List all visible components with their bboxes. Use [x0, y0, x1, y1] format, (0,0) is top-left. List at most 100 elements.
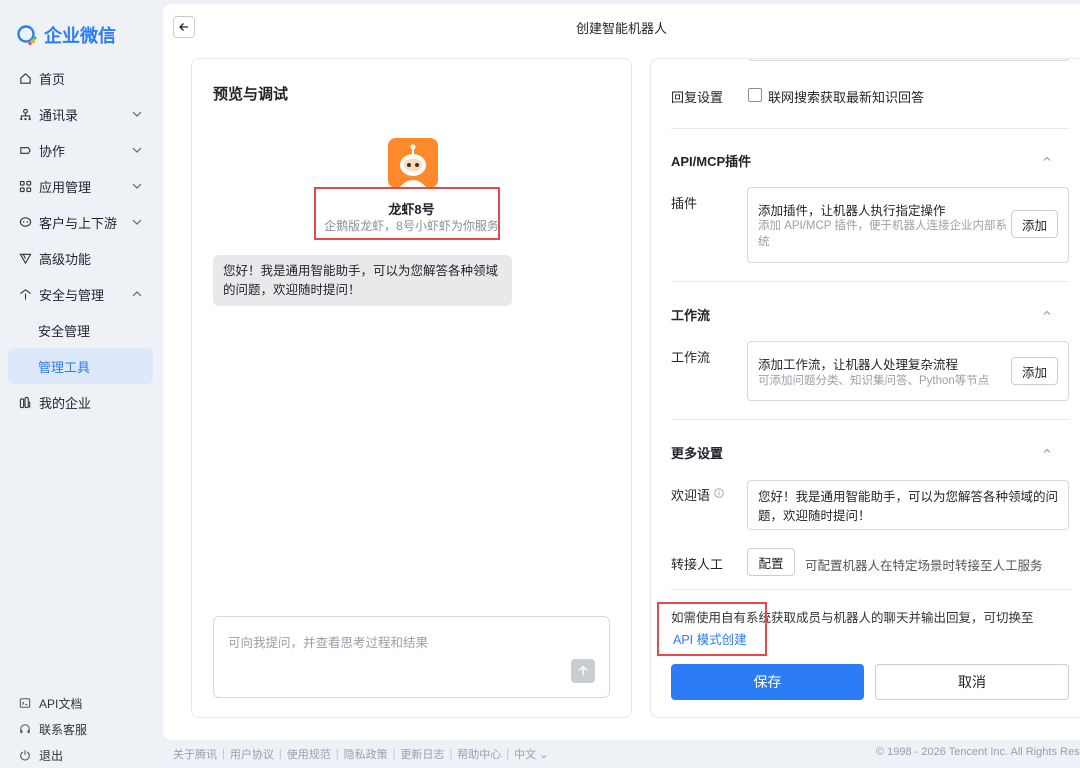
- chevron-down-icon: [132, 183, 142, 189]
- wecom-logo-icon: [17, 25, 37, 46]
- web-search-checkbox[interactable]: [748, 88, 762, 102]
- sidebar-item-label: 协作: [39, 143, 66, 159]
- sidebar-item-api-docs[interactable]: API文档: [8, 690, 153, 716]
- chat-input-placeholder: 可向我提问，并查看思考过程和结果: [228, 636, 429, 650]
- apps-grid-icon: [18, 179, 32, 193]
- chat-input[interactable]: 可向我提问，并查看思考过程和结果: [213, 616, 610, 698]
- cancel-button[interactable]: 取消: [875, 664, 1069, 700]
- chevron-up-icon[interactable]: [1041, 307, 1053, 319]
- footer-link-rules[interactable]: 使用规范: [287, 746, 331, 762]
- chevron-down-icon: [132, 111, 142, 117]
- sidebar-item-my-enterprise[interactable]: 我的企业: [8, 384, 153, 420]
- headset-icon: [18, 722, 32, 736]
- footer-separator: |: [278, 748, 282, 760]
- workflow-label: 工作流: [671, 350, 711, 365]
- divider: [671, 128, 1070, 129]
- sidebar-item-label: 高级功能: [39, 251, 92, 267]
- sidebar-item-home[interactable]: 首页: [8, 60, 153, 96]
- footer-link-help[interactable]: 帮助中心: [457, 746, 501, 762]
- handoff-description: 可配置机器人在特定场景时转接至人工服务: [805, 559, 1043, 573]
- logo-text: 企业微信: [44, 26, 116, 46]
- settings-panel: 回复设置 联网搜索获取最新知识回答 API/MCP插件 插件 添加插件，让机器人…: [650, 58, 1080, 718]
- add-workflow-button[interactable]: 添加: [1011, 357, 1058, 385]
- footer-link-changelog[interactable]: 更新日志: [400, 746, 444, 762]
- power-icon: [18, 748, 32, 762]
- workflow-box-desc: 可添加问题分类、知识集问答、Python等节点: [758, 375, 990, 387]
- greeting-message: 您好！我是通用智能助手，可以为您解答各种领域的问题，欢迎随时提问！: [213, 255, 512, 306]
- home-icon: [18, 71, 32, 85]
- footer-link-privacy[interactable]: 隐私政策: [344, 746, 388, 762]
- plugin-box: 添加插件，让机器人执行指定操作 添加 API/MCP 插件，便于机器人连接企业内…: [747, 187, 1069, 263]
- configure-handoff-button[interactable]: 配置: [747, 548, 795, 576]
- workflow-section-title: 工作流: [671, 308, 711, 323]
- highlight-box: [657, 602, 767, 656]
- chevron-down-icon: [132, 147, 142, 153]
- footer-separator: |: [506, 748, 510, 760]
- chevron-down-icon: [132, 219, 142, 225]
- add-plugin-button[interactable]: 添加: [1011, 210, 1058, 238]
- handoff-label: 转接人工: [671, 557, 724, 572]
- chevron-up-icon[interactable]: [1041, 445, 1053, 457]
- divider: [671, 419, 1070, 420]
- sidebar-item-label: 客户与上下游: [39, 215, 118, 231]
- sidebar-nav: 首页 通讯录 协作 应用管理 客户与上下游 高级功能 安全与管理 安全管理 管理…: [8, 60, 153, 420]
- page-title: 创建智能机器人: [575, 21, 667, 36]
- chevron-up-icon[interactable]: [1041, 153, 1053, 165]
- reply-settings-label: 回复设置: [671, 90, 724, 105]
- sidebar-item-app-management[interactable]: 应用管理: [8, 168, 153, 204]
- preview-title: 预览与调试: [213, 86, 289, 103]
- sidebar-item-label: 联系客服: [39, 722, 88, 737]
- main-panel: 创建智能机器人 预览与调试 龙虾8号 企鹅版龙虾，8号小虾虾为你服务 您好！我是…: [163, 4, 1080, 740]
- sidebar-bottom: API文档 联系客服 退出: [8, 690, 153, 768]
- info-icon[interactable]: [714, 488, 724, 498]
- robot-icon: [388, 138, 438, 188]
- footer-separator: |: [222, 748, 225, 760]
- sidebar-item-label: 安全与管理: [39, 287, 105, 303]
- sidebar-item-customers[interactable]: 客户与上下游: [8, 204, 153, 240]
- welcome-message-field[interactable]: 您好！我是通用智能助手，可以为您解答各种领域的问题，欢迎随时提问！: [747, 480, 1069, 530]
- footer-link-terms[interactable]: 用户协议: [230, 746, 274, 762]
- arrow-up-icon: [578, 665, 588, 676]
- plugin-section-title: API/MCP插件: [671, 154, 752, 169]
- divider: [671, 281, 1070, 282]
- sidebar: 企业微信 首页 通讯录 协作 应用管理 客户与上下游 高级功能 安全与管理 安全…: [0, 0, 163, 768]
- copyright: © 1998 - 2026 Tencent Inc. All Rights Re…: [876, 746, 1080, 758]
- name-field[interactable]: [748, 59, 1070, 61]
- sidebar-item-security-management[interactable]: 安全管理: [8, 312, 153, 348]
- chevron-up-icon: [132, 291, 142, 297]
- sidebar-item-label: 首页: [39, 71, 66, 87]
- sidebar-item-management-tools[interactable]: 管理工具: [8, 348, 153, 384]
- collaboration-icon: [18, 143, 32, 157]
- app-logo[interactable]: 企业微信: [16, 22, 116, 48]
- advanced-icon: [18, 251, 32, 265]
- welcome-label: 欢迎语: [671, 488, 711, 503]
- footer-separator: |: [335, 748, 339, 760]
- language-label: 中文: [514, 749, 537, 761]
- plugin-label: 插件: [671, 196, 698, 211]
- sidebar-item-collaboration[interactable]: 协作: [8, 132, 153, 168]
- workflow-box: 添加工作流，让机器人处理复杂流程 可添加问题分类、知识集问答、Python等节点…: [747, 341, 1069, 401]
- sidebar-item-label: 应用管理: [39, 179, 92, 195]
- send-button[interactable]: [571, 659, 595, 683]
- save-button[interactable]: 保存: [671, 664, 864, 700]
- sidebar-item-advanced[interactable]: 高级功能: [8, 240, 153, 276]
- org-chart-icon: [18, 107, 32, 121]
- footer-separator: |: [449, 748, 453, 760]
- sidebar-item-logout[interactable]: 退出: [8, 742, 153, 768]
- workflow-box-title: 添加工作流，让机器人处理复杂流程: [758, 358, 959, 372]
- divider: [671, 589, 1070, 590]
- sidebar-item-label: 安全管理: [38, 323, 91, 339]
- sidebar-item-support[interactable]: 联系客服: [8, 716, 153, 742]
- sidebar-item-contacts[interactable]: 通讯录: [8, 96, 153, 132]
- chevron-down-icon: ⌄: [539, 749, 549, 761]
- highlight-box: [314, 187, 500, 240]
- sidebar-item-label: 退出: [39, 748, 64, 763]
- language-selector[interactable]: 中文 ⌄: [514, 746, 548, 762]
- shield-icon: [18, 287, 32, 301]
- footer-link-about[interactable]: 关于腾讯: [173, 746, 217, 762]
- sidebar-item-security[interactable]: 安全与管理: [8, 276, 153, 312]
- chat-bubble-icon: [18, 215, 32, 229]
- plugin-box-title: 添加插件，让机器人执行指定操作: [758, 204, 946, 218]
- sidebar-item-label: 通讯录: [39, 107, 79, 123]
- footer-links: 关于腾讯 | 用户协议 | 使用规范 | 隐私政策 | 更新日志 | 帮助中心 …: [173, 746, 548, 762]
